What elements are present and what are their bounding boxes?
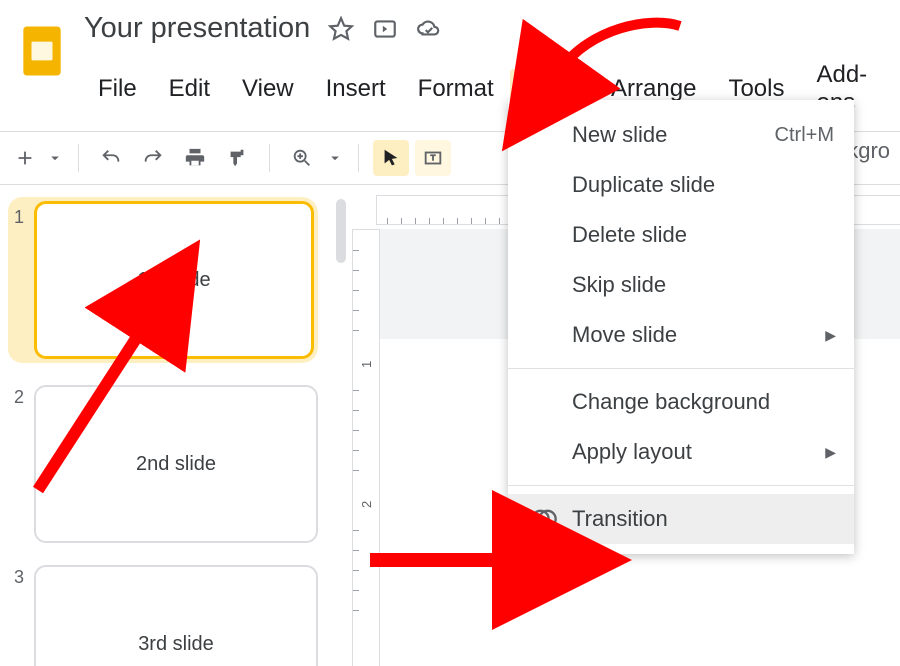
thumbnail-number: 2: [8, 385, 24, 543]
zoom-button[interactable]: [284, 140, 320, 176]
thumbnail-number: 1: [8, 201, 24, 359]
doc-title[interactable]: Your presentation: [84, 12, 310, 45]
menu-separator: [508, 368, 854, 369]
ruler-tick: 2: [359, 501, 374, 508]
slide-menu-dropdown: New slide Ctrl+M Duplicate slide Delete …: [508, 100, 854, 554]
menu-apply-layout[interactable]: Apply layout ▶: [508, 427, 854, 477]
thumbnail-preview[interactable]: 3rd slide: [34, 565, 318, 666]
menu-item-label: Transition: [572, 506, 668, 532]
keyboard-shortcut: Ctrl+M: [775, 124, 834, 147]
toolbar-separator: [269, 144, 270, 172]
move-icon[interactable]: [372, 16, 398, 42]
menu-item-label: Duplicate slide: [572, 172, 715, 198]
thumbnail-1[interactable]: 1 1st slide: [8, 197, 318, 363]
thumbnail-preview[interactable]: 1st slide: [34, 201, 314, 359]
thumbnail-2[interactable]: 2 2nd slide: [8, 385, 318, 543]
cloud-saved-icon[interactable]: [416, 16, 442, 42]
menu-view[interactable]: View: [226, 69, 310, 109]
menu-file[interactable]: File: [82, 69, 153, 109]
app-root: Your presentation File Edit View Insert …: [0, 0, 900, 666]
menu-separator: [508, 485, 854, 486]
scrollbar-thumb[interactable]: [336, 199, 346, 263]
menu-item-label: Delete slide: [572, 222, 687, 248]
thumbnail-preview[interactable]: 2nd slide: [34, 385, 318, 543]
zoom-caret[interactable]: [326, 140, 344, 176]
menu-transition[interactable]: Transition: [508, 494, 854, 544]
new-slide-caret[interactable]: [46, 140, 64, 176]
menu-item-label: Apply layout: [572, 439, 692, 465]
toolbar-separator: [78, 144, 79, 172]
thumbnail-3[interactable]: 3 3rd slide: [8, 565, 318, 666]
menu-new-slide[interactable]: New slide Ctrl+M: [508, 110, 854, 160]
print-button[interactable]: [177, 140, 213, 176]
menu-change-background[interactable]: Change background: [508, 377, 854, 427]
submenu-arrow-icon: ▶: [825, 444, 836, 461]
paint-format-button[interactable]: [219, 140, 255, 176]
menu-item-label: Skip slide: [572, 272, 666, 298]
menu-edit[interactable]: Edit: [153, 69, 226, 109]
thumbnail-panel: 1 1st slide 2 2nd slide 3 3rd slide: [0, 185, 330, 666]
menu-delete-slide[interactable]: Delete slide: [508, 210, 854, 260]
toolbar-separator: [358, 144, 359, 172]
menu-skip-slide[interactable]: Skip slide: [508, 260, 854, 310]
thumbnail-number: 3: [8, 565, 24, 666]
menu-item-label: Move slide: [572, 322, 677, 348]
submenu-arrow-icon: ▶: [825, 327, 836, 344]
menu-format[interactable]: Format: [402, 69, 510, 109]
redo-button[interactable]: [135, 140, 171, 176]
menu-item-label: New slide: [572, 122, 667, 148]
star-icon[interactable]: [328, 16, 354, 42]
menu-duplicate-slide[interactable]: Duplicate slide: [508, 160, 854, 210]
textbox-tool[interactable]: [415, 140, 451, 176]
select-tool[interactable]: [373, 140, 409, 176]
new-slide-button[interactable]: [10, 140, 40, 176]
slides-logo[interactable]: [8, 8, 76, 94]
menu-insert[interactable]: Insert: [310, 69, 402, 109]
menu-item-label: Change background: [572, 389, 770, 415]
ruler-vertical[interactable]: 1 2: [352, 229, 380, 666]
thumbnail-scrollbar[interactable]: [330, 195, 352, 666]
menu-move-slide[interactable]: Move slide ▶: [508, 310, 854, 360]
undo-button[interactable]: [93, 140, 129, 176]
transition-icon: [530, 505, 558, 533]
ruler-tick: 1: [359, 361, 374, 368]
